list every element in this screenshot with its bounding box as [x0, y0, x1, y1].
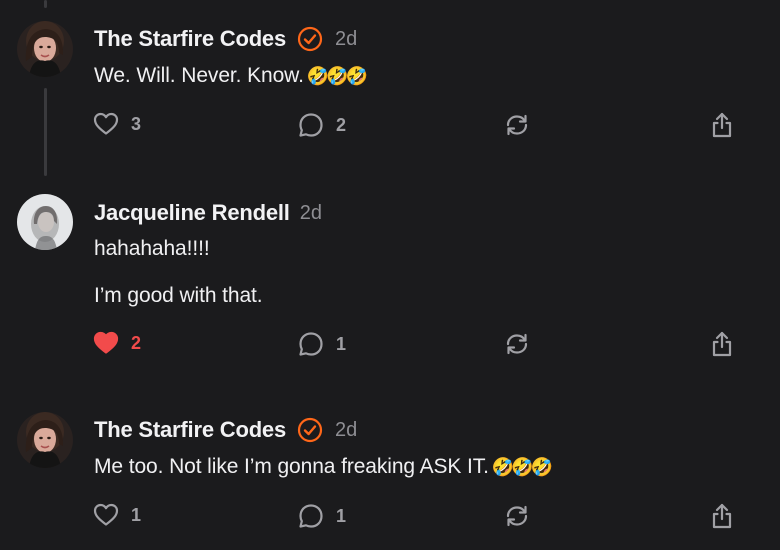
comment-line: We. Will. Never. Know. — [94, 64, 304, 87]
restack-arrows-icon — [506, 333, 528, 355]
comment-text: We. Will. Never. Know. 🤣🤣🤣 — [94, 64, 368, 88]
comment-line: hahahaha!!!! — [94, 237, 210, 260]
timestamp[interactable]: 2d — [300, 202, 322, 225]
comment-button[interactable]: 1 — [298, 503, 346, 529]
restack-button[interactable] — [504, 331, 530, 357]
like-count: 2 — [131, 332, 142, 353]
share-upload-icon — [712, 112, 732, 138]
speech-bubble-icon — [299, 332, 323, 356]
comment-button[interactable]: 1 — [298, 331, 346, 357]
share-upload-icon — [712, 331, 732, 357]
comment-count: 1 — [336, 505, 347, 526]
share-button[interactable] — [709, 111, 735, 139]
share-button[interactable] — [709, 502, 735, 530]
action-bar: 1 1 — [0, 501, 780, 531]
comment-post: The Starfire Codes 2d We. Will. Never. K… — [0, 0, 780, 175]
comment-header: The Starfire Codes 2d — [94, 417, 357, 443]
like-button[interactable]: 2 — [93, 331, 141, 355]
timestamp[interactable]: 2d — [335, 28, 357, 51]
emoji-rofl: 🤣🤣🤣 — [491, 457, 553, 477]
comment-feed: The Starfire Codes 2d We. Will. Never. K… — [0, 0, 780, 550]
avatar[interactable] — [17, 412, 73, 468]
comment-post: The Starfire Codes 2d Me too. Not like I… — [0, 390, 780, 550]
comment-text: I’m good with that. — [94, 284, 263, 308]
share-upload-icon — [712, 503, 732, 529]
restack-button[interactable] — [504, 503, 530, 529]
comment-header: The Starfire Codes 2d — [94, 26, 357, 52]
author-name[interactable]: Jacqueline Rendell — [94, 200, 290, 226]
speech-bubble-icon — [299, 504, 323, 528]
verified-check-badge-icon — [297, 26, 323, 52]
comment-line: Me too. Not like I’m gonna freaking ASK … — [94, 455, 489, 478]
author-name[interactable]: The Starfire Codes — [94, 417, 286, 443]
heart-icon — [93, 503, 119, 526]
like-button[interactable]: 3 — [93, 112, 141, 136]
comment-line: I’m good with that. — [94, 284, 263, 307]
restack-arrows-icon — [506, 114, 528, 136]
comment-post: Jacqueline Rendell 2d hahahaha!!!! I’m g… — [0, 175, 780, 390]
like-count: 1 — [131, 504, 142, 525]
comment-button[interactable]: 2 — [298, 112, 346, 138]
emoji-rofl: 🤣🤣🤣 — [306, 66, 368, 86]
restack-arrows-icon — [506, 505, 528, 527]
share-button[interactable] — [709, 330, 735, 358]
speech-bubble-icon — [299, 113, 323, 137]
like-button[interactable]: 1 — [93, 503, 141, 527]
comment-text: Me too. Not like I’m gonna freaking ASK … — [94, 455, 553, 479]
comment-count: 1 — [336, 333, 347, 354]
verified-check-badge-icon — [297, 417, 323, 443]
action-bar: 2 1 — [0, 329, 780, 359]
timestamp[interactable]: 2d — [335, 419, 357, 442]
heart-icon — [93, 112, 119, 135]
comment-count: 2 — [336, 114, 347, 135]
heart-icon — [93, 331, 119, 354]
avatar[interactable] — [17, 194, 73, 250]
restack-button[interactable] — [504, 112, 530, 138]
author-name[interactable]: The Starfire Codes — [94, 26, 286, 52]
comment-text: hahahaha!!!! — [94, 237, 210, 261]
like-count: 3 — [131, 113, 142, 134]
avatar[interactable] — [17, 21, 73, 77]
action-bar: 3 2 — [0, 110, 780, 140]
comment-header: Jacqueline Rendell 2d — [94, 200, 322, 226]
